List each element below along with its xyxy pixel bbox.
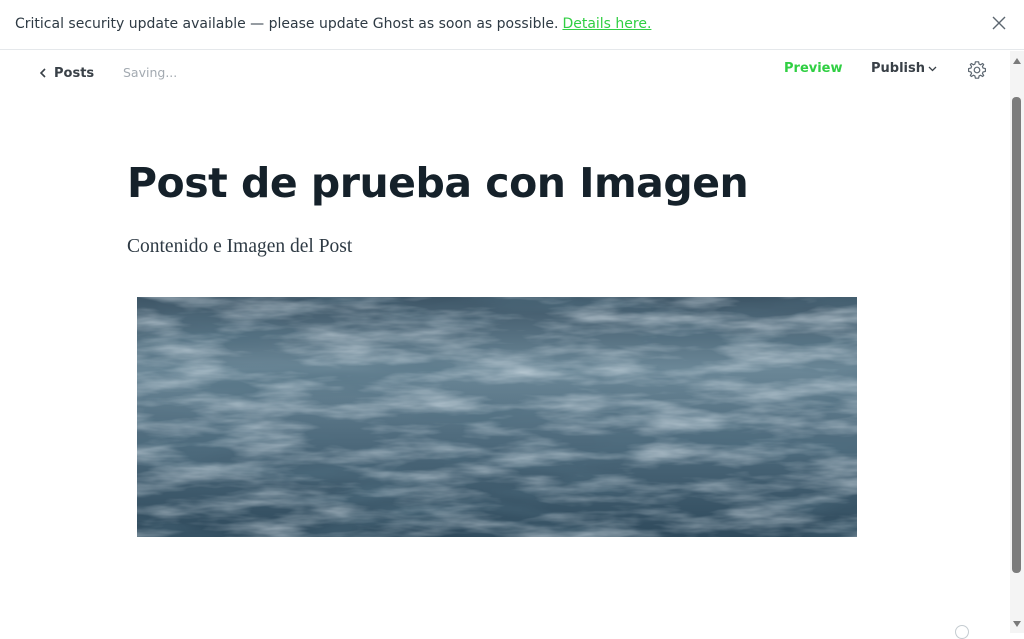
back-label: Posts <box>54 65 95 81</box>
gear-icon[interactable] <box>967 60 987 80</box>
vertical-scrollbar[interactable] <box>1010 51 1024 633</box>
scroll-up-arrow[interactable] <box>1013 58 1021 64</box>
security-update-banner: Critical security update available — ple… <box>0 0 1024 50</box>
scroll-thumb[interactable] <box>1012 97 1021 573</box>
chevron-left-icon <box>40 68 46 78</box>
editor-header: Posts Saving... Preview Publish <box>0 51 1010 93</box>
publish-button[interactable]: Publish <box>871 61 937 76</box>
back-to-posts-link[interactable]: Posts <box>40 64 94 82</box>
chevron-down-icon <box>928 66 937 71</box>
banner-details-link[interactable]: Details here. <box>562 16 651 32</box>
banner-message: Critical security update available — ple… <box>15 16 559 32</box>
help-icon[interactable] <box>955 625 969 639</box>
post-title[interactable]: Post de prueba con Imagen <box>127 159 749 207</box>
banner-message-wrapper: Critical security update available — ple… <box>15 16 651 32</box>
save-status: Saving... <box>123 65 178 80</box>
post-body-text[interactable]: Contenido e Imagen del Post <box>127 236 352 258</box>
publish-label: Publish <box>871 61 925 76</box>
preview-button[interactable]: Preview <box>784 61 843 76</box>
close-icon[interactable] <box>991 15 1007 31</box>
scroll-down-arrow[interactable] <box>1013 621 1021 627</box>
post-image[interactable] <box>137 297 857 537</box>
